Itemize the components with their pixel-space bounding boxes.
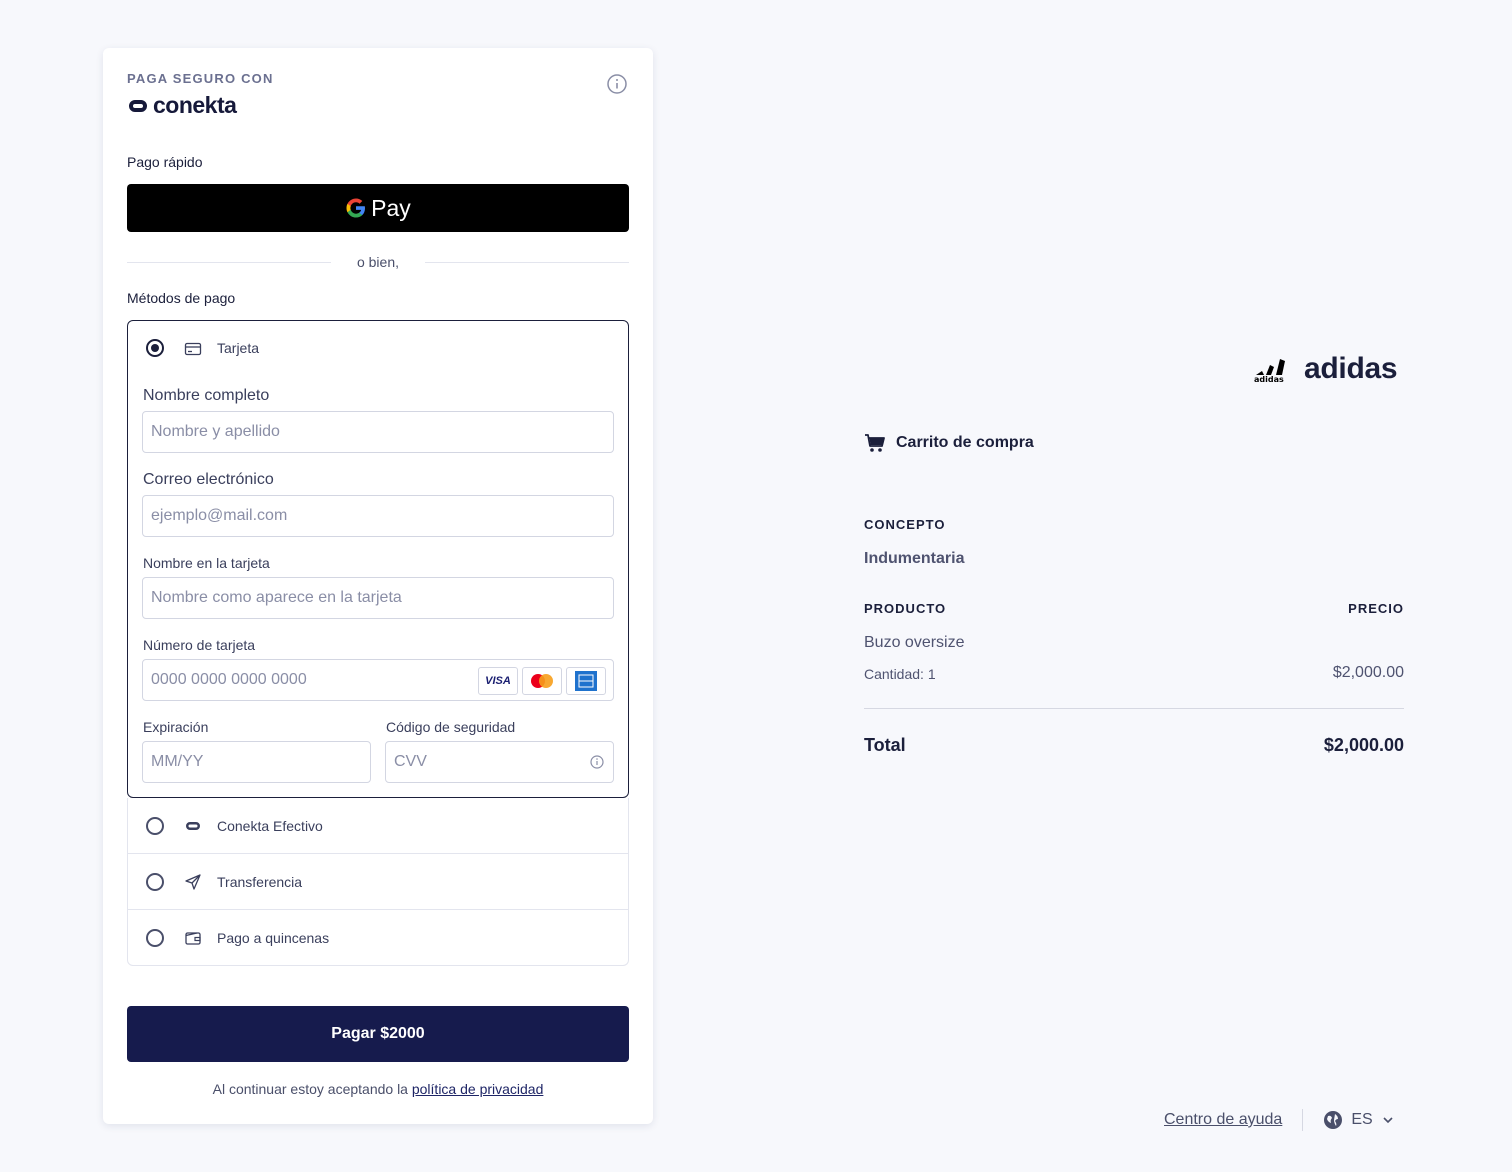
language-selector[interactable]: ES — [1323, 1110, 1394, 1130]
transferencia-label: Transferencia — [217, 874, 303, 890]
total-label: Total — [864, 735, 906, 755]
language-code: ES — [1351, 1111, 1373, 1128]
conekta-logo: conekta — [127, 92, 237, 119]
cart-title: Carrito de compra — [896, 434, 1034, 451]
footer-separator — [1302, 1109, 1304, 1131]
card-name-input[interactable] — [142, 577, 614, 619]
terms-text: Al continuar estoy aceptando la política… — [103, 1081, 653, 1097]
card-radio[interactable] — [146, 339, 164, 357]
terms-prefix: Al continuar estoy aceptando la — [212, 1081, 408, 1097]
adidas-logo-icon: adidas — [1254, 359, 1285, 383]
payment-methods: Tarjeta Nombre completo Correo electróni… — [127, 320, 629, 966]
cvv-info-icon[interactable] — [590, 755, 604, 769]
card-method-label: Tarjeta — [217, 340, 260, 356]
method-pago-quincenas[interactable]: Pago a quincenas — [127, 910, 629, 966]
google-pay-button[interactable]: Pay — [127, 184, 629, 232]
globe-icon — [1324, 1111, 1343, 1129]
conekta-cash-icon — [186, 822, 200, 830]
conekta-logo-icon — [129, 99, 147, 112]
product-label: PRODUCTO — [864, 601, 947, 616]
svg-text:adidas: adidas — [1254, 375, 1284, 383]
cvv-label: Código de seguridad — [386, 719, 516, 735]
footer: Centro de ayuda ES — [1164, 1108, 1395, 1132]
concept-value: Indumentaria — [864, 550, 965, 567]
credit-card-icon — [184, 342, 202, 356]
info-icon[interactable] — [606, 73, 628, 95]
gpay-label: Pay — [371, 194, 411, 221]
cvv-input[interactable] — [385, 741, 614, 783]
amex-logo — [566, 667, 606, 695]
pay-button[interactable]: Pagar $2000 — [127, 1006, 629, 1062]
help-center-link[interactable]: Centro de ayuda — [1164, 1111, 1282, 1129]
chevron-down-icon — [1383, 1117, 1393, 1124]
secure-label: PAGA SEGURO CON — [127, 71, 274, 86]
provider-name: conekta — [153, 92, 237, 118]
google-g-icon — [346, 198, 366, 218]
merchant-logo: adidas adidas — [1254, 352, 1398, 386]
card-method-panel: Tarjeta Nombre completo Correo electróni… — [127, 320, 629, 798]
email-label: Correo electrónico — [143, 471, 274, 488]
payment-methods-title: Métodos de pago — [127, 290, 236, 306]
send-icon — [185, 874, 201, 890]
conekta-efectivo-radio[interactable] — [146, 817, 164, 835]
pago-quincenas-label: Pago a quincenas — [217, 930, 330, 946]
cart-header: Carrito de compra — [864, 432, 1034, 454]
mastercard-icon — [531, 674, 553, 688]
shopping-cart-icon — [865, 434, 885, 452]
email-input[interactable] — [142, 495, 614, 537]
privacy-policy-link[interactable]: política de privacidad — [412, 1081, 544, 1097]
expiry-label: Expiración — [143, 719, 209, 735]
transferencia-radio[interactable] — [146, 873, 164, 891]
visa-text: VISA — [485, 675, 511, 687]
pago-quincenas-radio[interactable] — [146, 929, 164, 947]
card-name-label: Nombre en la tarjeta — [143, 555, 270, 571]
merchant-name: adidas — [1304, 352, 1398, 385]
full-name-input[interactable] — [142, 411, 614, 453]
divider-line-right — [425, 262, 629, 263]
mastercard-logo — [522, 667, 562, 695]
card-brand-logos: VISA — [478, 667, 606, 695]
visa-logo: VISA — [478, 667, 518, 695]
summary-divider — [864, 708, 1404, 709]
total-value: $2,000.00 — [1323, 735, 1404, 755]
product-price: $2,000.00 — [1332, 664, 1404, 681]
card-number-label: Número de tarjeta — [143, 637, 256, 653]
product-name: Buzo oversize — [864, 634, 965, 651]
method-conekta-efectivo[interactable]: Conekta Efectivo — [127, 798, 629, 854]
full-name-label: Nombre completo — [143, 387, 270, 404]
price-label: PRECIO — [1348, 601, 1404, 616]
conekta-efectivo-label: Conekta Efectivo — [217, 818, 323, 834]
expiry-input[interactable] — [142, 741, 371, 783]
checkout-card: PAGA SEGURO CON conekta Pago rápido Pay … — [103, 48, 653, 1124]
quick-pay-label: Pago rápido — [127, 154, 203, 170]
product-quantity: Cantidad: 1 — [864, 666, 936, 682]
amex-icon — [575, 671, 597, 691]
wallet-icon — [185, 932, 201, 945]
method-transferencia[interactable]: Transferencia — [127, 854, 629, 910]
concept-label: CONCEPTO — [864, 517, 946, 532]
or-divider: o bien, — [127, 253, 629, 271]
